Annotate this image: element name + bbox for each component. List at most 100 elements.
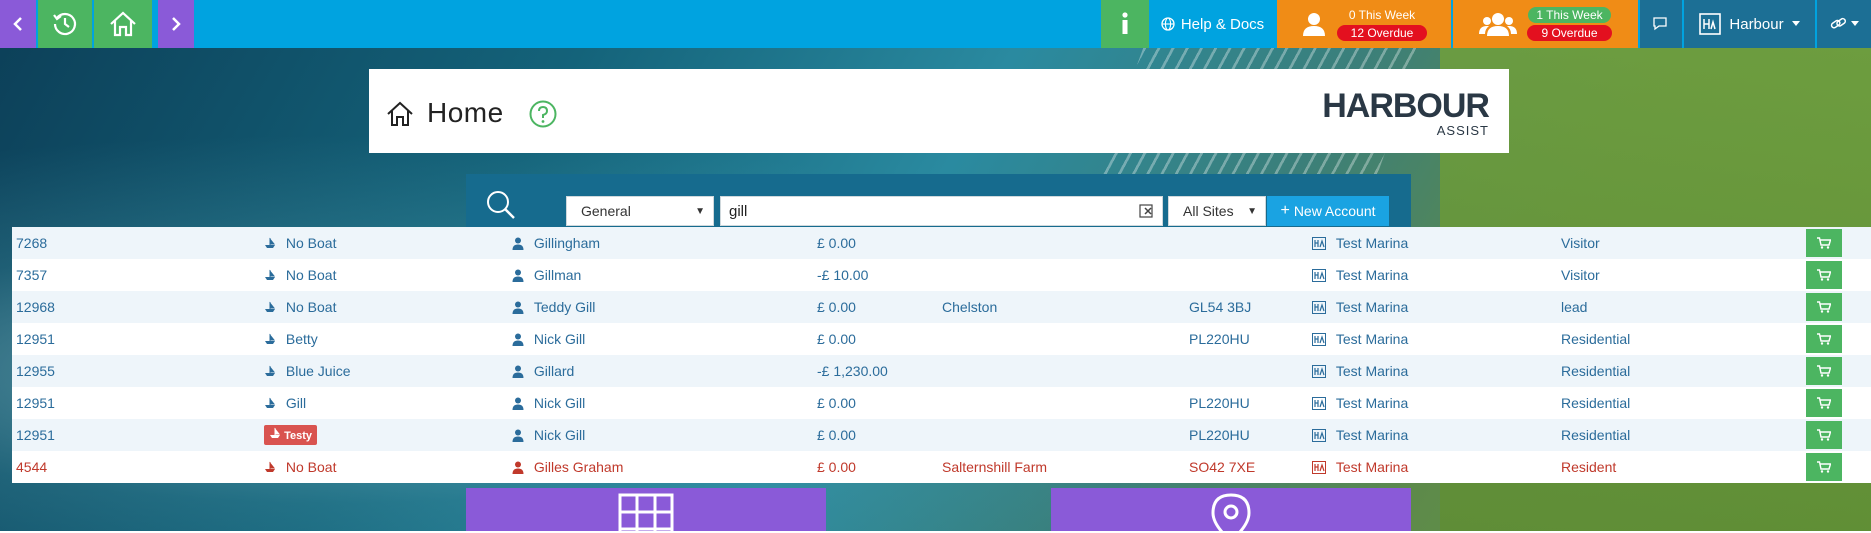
name-value: Nick Gill — [533, 427, 586, 443]
search-icon — [487, 191, 515, 219]
cell-balance: -£ 10.00 — [817, 259, 868, 291]
site-icon — [1312, 428, 1326, 442]
site-icon — [1312, 236, 1326, 250]
postcode-value: PL220HU — [1189, 331, 1250, 347]
cell-balance: £ 0.00 — [817, 323, 856, 355]
cart-icon — [1817, 397, 1831, 409]
caret-down-icon — [1850, 21, 1859, 26]
person-icon — [512, 461, 524, 474]
map-tile[interactable] — [1051, 488, 1411, 533]
cell-name: Teddy Gill — [512, 291, 595, 323]
name-value: Teddy Gill — [533, 299, 596, 315]
balance-value: £ 0.00 — [817, 235, 856, 251]
boat-icon — [270, 427, 281, 438]
new-account-button[interactable]: + New Account — [1267, 196, 1389, 226]
type-value: Residential — [1561, 395, 1631, 411]
chat-icon — [1653, 17, 1667, 31]
search-input[interactable] — [720, 196, 1163, 226]
boat-icon — [265, 333, 276, 344]
cell-name: Nick Gill — [512, 323, 585, 355]
home-icon — [110, 11, 136, 37]
cell-balance: £ 0.00 — [817, 227, 856, 259]
name-value: Nick Gill — [533, 331, 586, 347]
cell-town: Salternshill Farm — [942, 451, 1047, 483]
site-select[interactable]: All Sites ▼ — [1168, 196, 1266, 226]
id-value: 7357 — [16, 267, 48, 283]
harbour-label: Harbour — [1729, 15, 1784, 33]
cell-balance: £ 0.00 — [817, 291, 856, 323]
grid-icon — [618, 493, 674, 533]
cell-site: Test Marina — [1312, 355, 1408, 387]
cell-postcode: PL220HU — [1189, 323, 1250, 355]
info-button[interactable] — [1101, 0, 1149, 48]
table-row[interactable]: 12951 Betty Nick Gill £ 0.00 PL220HU Test … — [12, 323, 1871, 355]
table-row[interactable]: 7268 No Boat Gillingham £ 0.00 Test Marin… — [12, 227, 1871, 259]
table-row[interactable]: 4544 No Boat Gilles Graham £ 0.00 Salterns… — [12, 451, 1871, 483]
history-button[interactable] — [38, 0, 92, 48]
site-value: Test Marina — [1335, 459, 1409, 475]
site-icon — [1312, 364, 1326, 378]
link-icon — [1830, 17, 1846, 29]
table-row[interactable]: 12968 No Boat Teddy Gill £ 0.00 Chelston GL… — [12, 291, 1871, 323]
table-row[interactable]: 12955 Blue Juice Gillard -£ 1,230.00 Test… — [12, 355, 1871, 387]
name-value: Gillingham — [533, 235, 601, 251]
boat-value: Betty — [285, 331, 318, 347]
team-tasks-counter[interactable]: 1 This Week 9 Overdue — [1453, 0, 1638, 48]
cart-button[interactable] — [1806, 293, 1842, 321]
harbour-switcher-dropdown[interactable]: Harbour — [1684, 0, 1815, 48]
type-value: Visitor — [1561, 235, 1600, 251]
cart-icon — [1817, 269, 1831, 281]
user-tasks-counter[interactable]: 0 This Week 12 Overdue — [1277, 0, 1451, 48]
table-row[interactable]: 7357 No Boat Gillman -£ 10.00 Test Marina… — [12, 259, 1871, 291]
table-row[interactable]: 12951 Testy Nick Gill £ 0.00 PL220HU Test … — [12, 419, 1871, 451]
cell-name: Nick Gill — [512, 387, 585, 419]
cart-icon — [1817, 333, 1831, 345]
globe-icon — [1161, 17, 1175, 31]
balance-value: £ 0.00 — [817, 427, 856, 443]
forward-button[interactable] — [158, 0, 194, 48]
cart-button[interactable] — [1806, 325, 1842, 353]
site-value: Test Marina — [1335, 427, 1409, 443]
balance-value: -£ 10.00 — [817, 267, 869, 283]
cell-name: Gilles Graham — [512, 451, 623, 483]
back-button[interactable] — [0, 0, 36, 48]
type-value: Residential — [1561, 331, 1631, 347]
links-dropdown[interactable] — [1817, 0, 1871, 48]
cell-site: Test Marina — [1312, 291, 1408, 323]
cell-town: Chelston — [942, 291, 997, 323]
balance-value: £ 0.00 — [817, 331, 856, 347]
help-docs-link[interactable]: Help & Docs — [1150, 0, 1275, 48]
cart-button[interactable] — [1806, 389, 1842, 417]
help-question-icon[interactable] — [529, 100, 557, 128]
messages-button[interactable] — [1640, 0, 1682, 48]
cell-name: Gillard — [512, 355, 574, 387]
history-icon — [53, 12, 77, 36]
site-value: Test Marina — [1335, 299, 1409, 315]
top-navigation-bar: Help & Docs 0 This Week 12 Overdue 1 Thi… — [0, 0, 1871, 48]
cart-button[interactable] — [1806, 421, 1842, 449]
type-value: Residential — [1561, 427, 1631, 443]
cell-boat: Betty — [264, 323, 318, 355]
cell-type: Resident — [1561, 451, 1616, 483]
cell-site: Test Marina — [1312, 387, 1408, 419]
cart-button[interactable] — [1806, 357, 1842, 385]
cart-button[interactable] — [1806, 261, 1842, 289]
cart-button[interactable] — [1806, 229, 1842, 257]
cell-postcode: PL220HU — [1189, 387, 1250, 419]
cell-id: 7357 — [16, 259, 47, 291]
cart-icon — [1817, 365, 1831, 377]
home-nav-button[interactable] — [94, 0, 152, 48]
town-value: Salternshill Farm — [942, 459, 1048, 475]
person-icon — [512, 237, 524, 250]
clear-search-icon[interactable] — [1139, 204, 1155, 218]
cart-button[interactable] — [1806, 453, 1842, 481]
search-type-select[interactable]: General ▼ — [566, 196, 714, 226]
cart-icon — [1817, 429, 1831, 441]
harbour-badge-icon — [1699, 13, 1722, 35]
berth-plan-tile[interactable] — [466, 488, 826, 533]
cell-id: 12955 — [16, 355, 55, 387]
table-row[interactable]: 12951 Gill Nick Gill £ 0.00 PL220HU Test M… — [12, 387, 1871, 419]
site-value: Test Marina — [1335, 331, 1409, 347]
page-header-card: Home HARBOUR ASSIST — [369, 69, 1509, 153]
site-value: Test Marina — [1335, 267, 1409, 283]
